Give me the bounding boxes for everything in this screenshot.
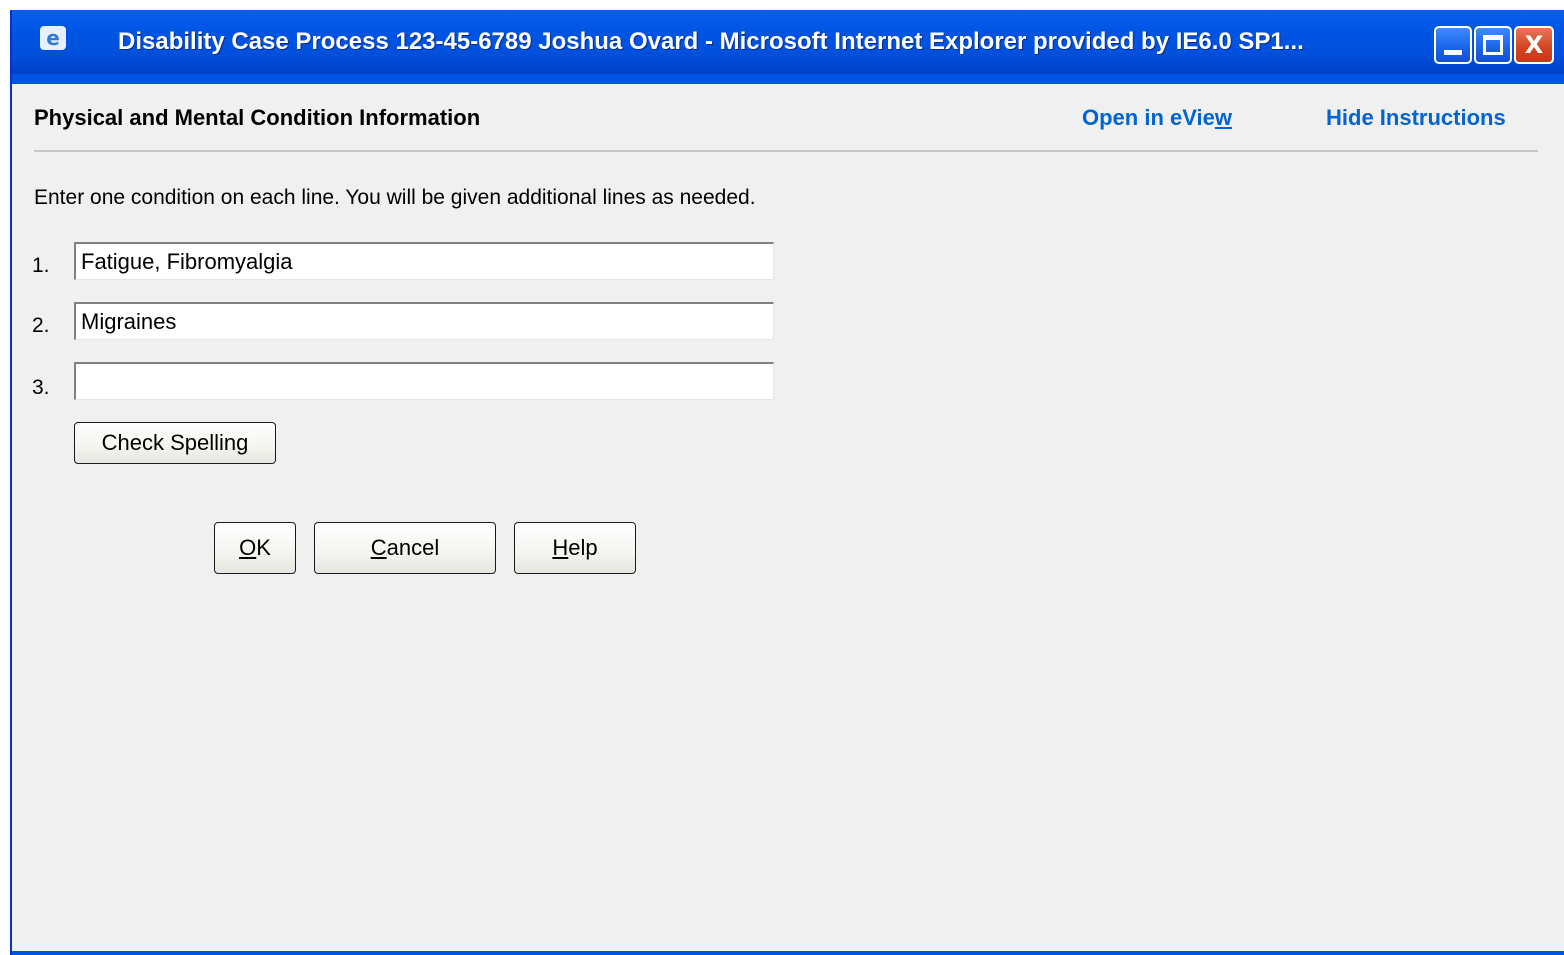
condition-input-3[interactable] xyxy=(74,362,774,400)
page-title: Physical and Mental Condition Informatio… xyxy=(34,105,481,130)
condition-number-3: 3. xyxy=(32,376,50,399)
close-icon: X xyxy=(1524,31,1544,59)
close-button[interactable]: X xyxy=(1514,26,1554,64)
maximize-icon xyxy=(1483,35,1503,55)
window-title: Disability Case Process 123-45-6789 Josh… xyxy=(118,28,1304,55)
hide-instructions-link[interactable]: Hide Instructions xyxy=(1326,104,1506,132)
header-divider xyxy=(34,150,1538,152)
title-bar[interactable]: e Disability Case Process 123-45-6789 Jo… xyxy=(12,10,1564,74)
minimize-button[interactable] xyxy=(1434,26,1472,64)
page-content: Physical and Mental Condition Informatio… xyxy=(12,84,1564,951)
check-spelling-button[interactable]: Check Spelling xyxy=(74,422,276,464)
ok-button[interactable]: OK xyxy=(214,522,296,574)
help-button[interactable]: Help xyxy=(514,522,636,574)
condition-input-2[interactable] xyxy=(74,302,774,340)
condition-input-1[interactable] xyxy=(74,242,774,280)
minimize-icon xyxy=(1444,50,1462,55)
condition-number-1: 1. xyxy=(32,254,50,277)
open-in-eview-link[interactable]: Open in eView xyxy=(1082,104,1232,132)
condition-number-2: 2. xyxy=(32,314,50,337)
maximize-button[interactable] xyxy=(1474,26,1512,64)
ie-window: e Disability Case Process 123-45-6789 Jo… xyxy=(10,10,1564,955)
instructions-text: Enter one condition on each line. You wi… xyxy=(34,186,756,209)
ie-icon[interactable]: e xyxy=(40,26,66,50)
cancel-button[interactable]: Cancel xyxy=(314,522,496,574)
